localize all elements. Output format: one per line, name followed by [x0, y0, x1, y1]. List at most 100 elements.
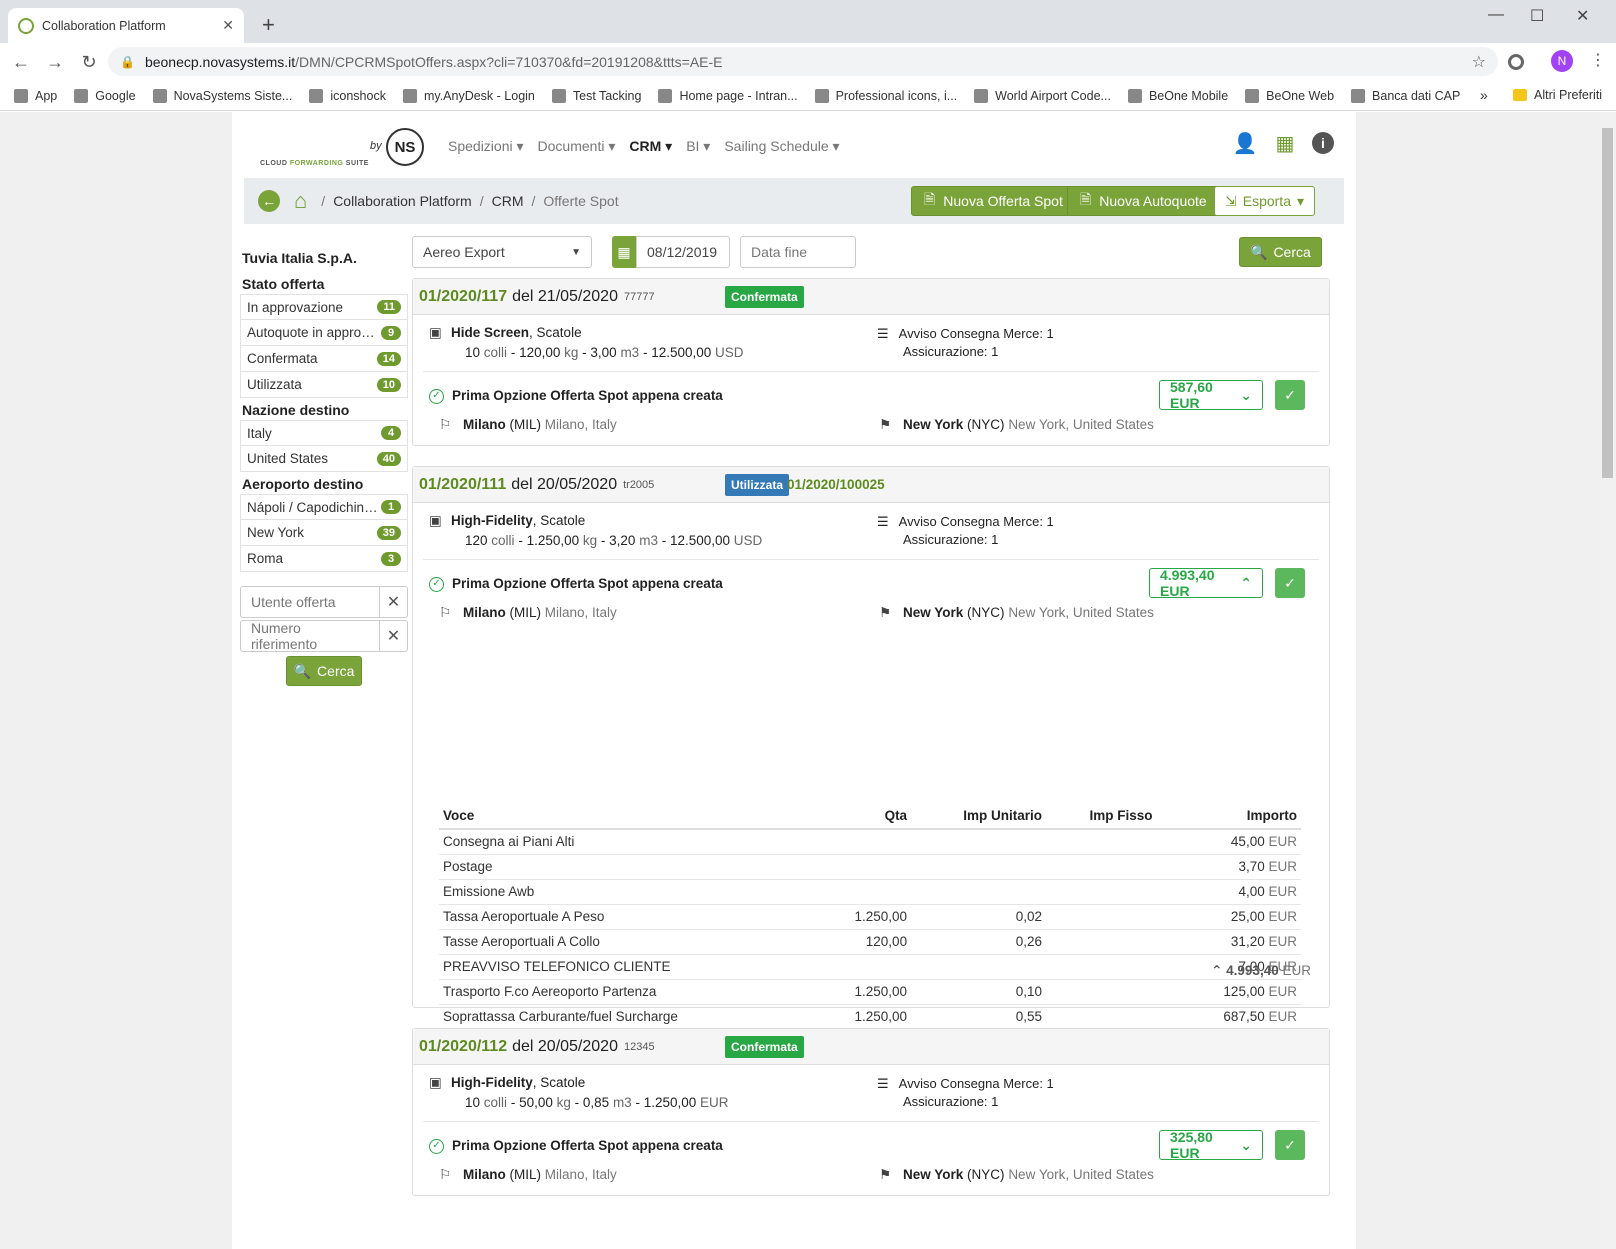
divider: [423, 371, 1319, 372]
bookmark-item[interactable]: World Airport Code...: [974, 88, 1111, 103]
scrollbar-thumb[interactable]: [1602, 128, 1613, 478]
bookmark-item[interactable]: Test Tacking: [551, 88, 641, 103]
browser-tab[interactable]: Collaboration Platform ✕: [8, 8, 244, 43]
filter-item[interactable]: New York 39: [240, 520, 408, 546]
cell-qta: [816, 854, 912, 880]
cell-voce: Postage: [439, 854, 817, 880]
bookmark-item[interactable]: Professional icons, i...: [814, 88, 957, 103]
close-tab-icon[interactable]: ✕: [222, 17, 234, 34]
column-header: Qta: [816, 803, 912, 830]
table-row: Postage 3,70 EUR: [439, 854, 1301, 880]
bookmark-item[interactable]: iconshock: [309, 88, 386, 103]
filter-item[interactable]: Autoquote in approvazione9: [240, 320, 408, 346]
user-settings-icon[interactable]: 👤: [1232, 130, 1258, 156]
cell-amount: 125,00 EUR: [1156, 979, 1301, 1005]
url-input[interactable]: 🔒 beonecp.novasystems.it/DMN/CPCRMSpotOf…: [108, 47, 1498, 76]
cell-unit: 0,26: [911, 929, 1047, 955]
related-shipment-link[interactable]: 01/2020/100025: [787, 477, 885, 492]
export-dropdown-button[interactable]: ⇲ Esporta ▾: [1214, 186, 1316, 216]
nav-bi[interactable]: BI ▾: [686, 138, 710, 155]
back-circle-icon[interactable]: ←: [258, 190, 280, 212]
clear-icon[interactable]: ✕: [380, 586, 408, 618]
status-badge: Confermata: [725, 286, 804, 308]
filter-item[interactable]: In approvazione 11: [240, 294, 408, 320]
column-header: Importo: [1156, 803, 1301, 830]
cell-unit: [911, 829, 1047, 855]
bookmark-favicon-icon: [658, 88, 673, 103]
accept-check-button[interactable]: ✓: [1275, 568, 1305, 598]
bookmark-label: my.AnyDesk - Login: [423, 88, 535, 103]
nav-crm[interactable]: CRM ▾: [629, 138, 672, 155]
ref-filter-input[interactable]: Numero riferimento: [240, 620, 380, 652]
bookmark-label: BeOne Mobile: [1148, 88, 1229, 103]
clear-icon[interactable]: ✕: [380, 620, 408, 652]
nav-spedizioni[interactable]: Spedizioni ▾: [448, 138, 524, 155]
check-circle-icon: ✓: [429, 388, 444, 404]
bookmark-item[interactable]: NovaSystems Siste...: [152, 88, 292, 103]
sidebar-search-button[interactable]: 🔍 Cerca: [286, 656, 362, 686]
filter-item[interactable]: Italy 4: [240, 420, 408, 446]
export-icon: ⇲: [1225, 192, 1237, 209]
extension-icon[interactable]: [1508, 54, 1524, 70]
divider: [423, 559, 1319, 560]
accept-check-button[interactable]: ✓: [1275, 1130, 1305, 1160]
maximize-icon[interactable]: ☐: [1530, 6, 1544, 26]
bookmark-item[interactable]: App: [14, 88, 57, 103]
top-icons: 👤 ▦ i: [1232, 130, 1334, 156]
breadcrumb-collaboration[interactable]: Collaboration Platform: [333, 193, 472, 209]
vertical-scrollbar[interactable]: [1599, 112, 1616, 1249]
home-icon[interactable]: ⌂: [294, 188, 307, 214]
bookmark-item[interactable]: Google: [74, 88, 136, 103]
new-autoquote-button[interactable]: 🗎 Nuova Autoquote: [1067, 186, 1220, 216]
count-badge: 10: [376, 377, 401, 392]
forward-arrow-icon[interactable]: →: [38, 52, 72, 73]
bookmark-star-icon[interactable]: ☆: [1472, 52, 1486, 72]
bookmark-item[interactable]: BeOne Web: [1245, 88, 1334, 103]
filter-item[interactable]: Utilizzata 10: [240, 372, 408, 398]
user-filter-input[interactable]: Utente offerta: [240, 586, 380, 618]
bookmark-item[interactable]: Home page - Intran...: [658, 88, 798, 103]
accept-check-button[interactable]: ✓: [1275, 380, 1305, 410]
more-bookmarks-icon[interactable]: »: [1480, 87, 1488, 103]
offer-number[interactable]: 01/2020/117: [419, 288, 507, 306]
filter-item[interactable]: Roma 3: [240, 546, 408, 572]
price-dropdown[interactable]: 325,80 EUR ⌄: [1159, 1129, 1263, 1161]
price-dropdown[interactable]: 4.993,40 EUR ⌃: [1149, 567, 1263, 599]
bookmark-item[interactable]: BeOne Mobile: [1127, 88, 1229, 103]
beone-logo[interactable]: beone CLOUD FORWARDING SUITE by NS: [258, 126, 522, 325]
offer-number[interactable]: 01/2020/112: [419, 1038, 507, 1056]
search-button[interactable]: 🔍 Cerca: [1239, 237, 1322, 267]
filter-item[interactable]: United States 40: [240, 446, 408, 472]
browser-menu-icon[interactable]: ⋮: [1590, 50, 1606, 70]
other-bookmarks-label: Altri Preferiti: [1534, 88, 1603, 102]
other-bookmarks[interactable]: Altri Preferiti: [1513, 88, 1602, 102]
profile-avatar[interactable]: N: [1551, 50, 1573, 72]
info-icon[interactable]: i: [1312, 132, 1334, 154]
filter-item[interactable]: Nápoli / Capodichino International1: [240, 494, 408, 520]
mode-select[interactable]: Aereo Export ▼: [412, 236, 592, 268]
cell-qta: [816, 829, 912, 855]
cell-fixed: [1046, 929, 1157, 955]
breadcrumb-crm[interactable]: CRM: [492, 193, 524, 209]
building-icon[interactable]: ▦: [1272, 130, 1298, 156]
cell-voce: Soprattassa Carburante/fuel Surcharge: [439, 1004, 817, 1030]
close-window-icon[interactable]: ✕: [1576, 6, 1589, 26]
date-start-input[interactable]: 08/12/2019: [636, 236, 730, 268]
price-dropdown[interactable]: 587,60 EUR ⌄: [1159, 379, 1263, 411]
offer-number[interactable]: 01/2020/111: [419, 476, 506, 494]
reload-icon[interactable]: ↻: [72, 52, 106, 73]
bookmark-favicon-icon: [974, 88, 989, 103]
new-spot-offer-button[interactable]: 🗎 Nuova Offerta Spot: [911, 186, 1076, 216]
bookmark-item[interactable]: my.AnyDesk - Login: [402, 88, 535, 103]
new-tab-icon[interactable]: +: [262, 12, 275, 38]
minimize-icon[interactable]: —: [1488, 6, 1504, 24]
filter-item[interactable]: Confermata 14: [240, 346, 408, 372]
back-arrow-icon[interactable]: ←: [4, 52, 38, 73]
date-end-input[interactable]: Data fine: [740, 236, 856, 268]
calendar-icon[interactable]: ▦: [612, 236, 636, 268]
nav-documenti[interactable]: Documenti ▾: [538, 138, 616, 155]
bookmark-item[interactable]: Banca dati CAP: [1351, 88, 1460, 103]
count-badge: 4: [381, 426, 401, 440]
nav-sailing-schedule[interactable]: Sailing Schedule ▾: [724, 138, 839, 155]
flag-icon: ⚐: [439, 605, 452, 620]
